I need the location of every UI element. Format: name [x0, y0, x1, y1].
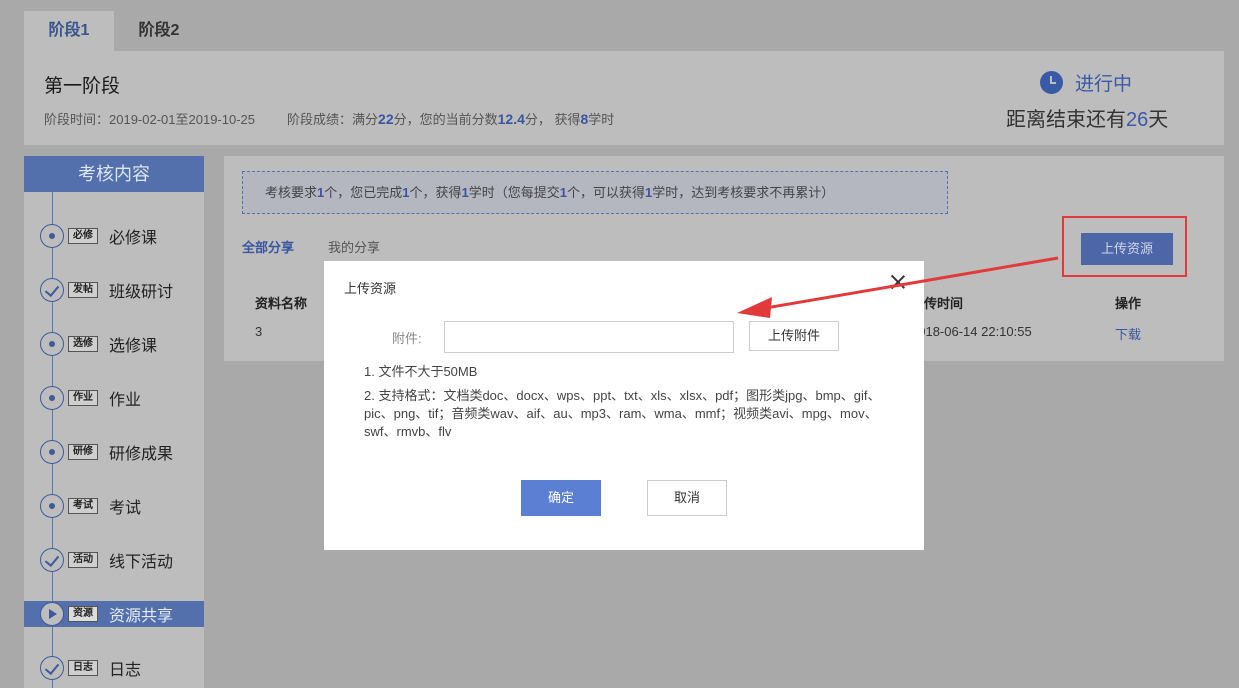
attachment-input[interactable]	[444, 321, 734, 353]
sidebar-item-resource-share[interactable]: 资源 资源共享	[24, 601, 204, 627]
check-icon	[40, 278, 64, 302]
current-score: 12.4	[497, 111, 525, 127]
countdown-prefix: 距离结束还有	[1006, 109, 1126, 131]
countdown-suffix: 天	[1148, 109, 1169, 131]
sidebar-item-label: 必修课	[109, 230, 158, 247]
score-suffix: 学时	[588, 112, 615, 127]
notice-text: 个，可以获得	[567, 185, 646, 200]
stage-time-value: 2019-02-01至2019-10-25	[109, 112, 256, 127]
badge: 资源	[68, 606, 98, 622]
row-resource-name: 3	[255, 324, 263, 339]
sidebar-item-label: 作业	[109, 392, 142, 409]
dot-icon	[40, 440, 64, 464]
dialog-title: 上传资源	[344, 281, 397, 296]
sidebar-item-label: 选修课	[109, 338, 158, 355]
stage-info-panel: 第一阶段 阶段时间：2019-02-01至2019-10-25 阶段成绩：满分22…	[24, 51, 1224, 145]
badge: 作业	[68, 390, 98, 406]
row-upload-time: 2018-06-14 22:10:55	[911, 324, 1032, 339]
notice-text: 个，获得	[409, 185, 462, 200]
full-score: 22	[378, 111, 394, 127]
badge: 必修	[68, 228, 98, 244]
upload-resource-dialog: 上传资源 附件: 上传附件 1. 文件不大于50MB 2. 支持格式：文档类do…	[324, 261, 924, 550]
download-link[interactable]: 下载	[1115, 324, 1141, 343]
check-icon	[40, 548, 64, 572]
dot-icon	[40, 224, 64, 248]
countdown-days: 26	[1126, 109, 1149, 131]
sidebar-item-exam[interactable]: 考试 考试	[24, 493, 204, 519]
stage-time-label: 阶段时间：	[44, 112, 110, 127]
column-header-name: 资料名称	[255, 296, 308, 311]
score-prefix: 阶段成绩：满分	[287, 112, 379, 127]
sidebar-item-research[interactable]: 研修 研修成果	[24, 439, 204, 465]
score-mid: 分，您的当前分数	[393, 112, 498, 127]
badge: 发帖	[68, 282, 98, 298]
sidebar-item-discussion[interactable]: 发帖 班级研讨	[24, 277, 204, 303]
stage-tabs: 阶段1 阶段2	[24, 11, 204, 51]
sidebar-item-label: 日志	[109, 662, 142, 679]
sidebar-item-label: 线下活动	[109, 554, 174, 571]
stage-meta: 阶段时间：2019-02-01至2019-10-25 阶段成绩：满分22分，您的当…	[44, 109, 614, 128]
column-header-action: 操作	[1115, 296, 1142, 311]
dot-icon	[40, 386, 64, 410]
upload-attachment-button[interactable]: 上传附件	[749, 321, 839, 351]
sidebar-title: 考核内容	[24, 156, 204, 192]
status-text: 进行中	[1075, 74, 1133, 95]
check-icon	[40, 656, 64, 680]
sidebar-item-label: 考试	[109, 500, 142, 517]
notice-number: 1	[559, 185, 567, 200]
badge: 选修	[68, 336, 98, 352]
tab-stage-2[interactable]: 阶段2	[114, 11, 204, 51]
file-size-rule: 1. 文件不大于50MB	[364, 364, 478, 379]
badge: 活动	[68, 552, 98, 568]
badge: 日志	[68, 660, 98, 676]
notice-text: 学时，达到考核要求不再累计）	[652, 185, 835, 200]
stage-status: 进行中	[1040, 69, 1132, 96]
badge: 研修	[68, 444, 98, 460]
notice-number: 1	[402, 185, 410, 200]
dot-icon	[40, 332, 64, 356]
sidebar-item-required[interactable]: 必修 必修课	[24, 223, 204, 249]
sidebar-item-elective[interactable]: 选修 选修课	[24, 331, 204, 357]
assessment-sidebar: 考核内容 必修 必修课 发帖 班级研讨 选修 选修课 作业 作业 研修 研修成果…	[24, 156, 204, 688]
badge: 考试	[68, 498, 98, 514]
cancel-button[interactable]: 取消	[647, 480, 727, 516]
tab-stage-1[interactable]: 阶段1	[24, 11, 114, 51]
sidebar-item-homework[interactable]: 作业 作业	[24, 385, 204, 411]
tab-my-shares[interactable]: 我的分享	[328, 237, 380, 256]
confirm-button[interactable]: 确定	[521, 480, 601, 516]
dot-icon	[40, 494, 64, 518]
sidebar-item-offline-activity[interactable]: 活动 线下活动	[24, 547, 204, 573]
sidebar-item-label: 资源共享	[109, 608, 174, 625]
clock-icon	[1040, 71, 1063, 94]
close-icon[interactable]	[891, 275, 905, 289]
notice-text: 考核要求	[265, 185, 318, 200]
attachment-label: 附件:	[392, 331, 422, 346]
notice-text: 学时（您每提交	[468, 185, 560, 200]
sidebar-item-journal[interactable]: 日志 日志	[24, 655, 204, 681]
annotation-highlight-box	[1062, 216, 1187, 277]
sidebar-item-label: 班级研讨	[109, 284, 174, 301]
sidebar-item-label: 研修成果	[109, 446, 174, 463]
score-mid2: 分， 获得	[524, 112, 581, 127]
notice-text: 个，您已完成	[324, 185, 403, 200]
countdown: 距离结束还有26天	[1006, 103, 1168, 132]
stage-title: 第一阶段	[44, 76, 121, 97]
requirement-notice: 考核要求1个，您已完成1个，获得1学时（您每提交1个，可以获得1学时，达到考核要…	[242, 171, 948, 214]
file-format-rule: 2. 支持格式：文档类doc、docx、wps、ppt、txt、xls、xlsx…	[364, 388, 881, 439]
play-icon	[40, 602, 64, 626]
notice-number: 1	[461, 185, 469, 200]
tab-all-shares[interactable]: 全部分享	[242, 237, 294, 256]
